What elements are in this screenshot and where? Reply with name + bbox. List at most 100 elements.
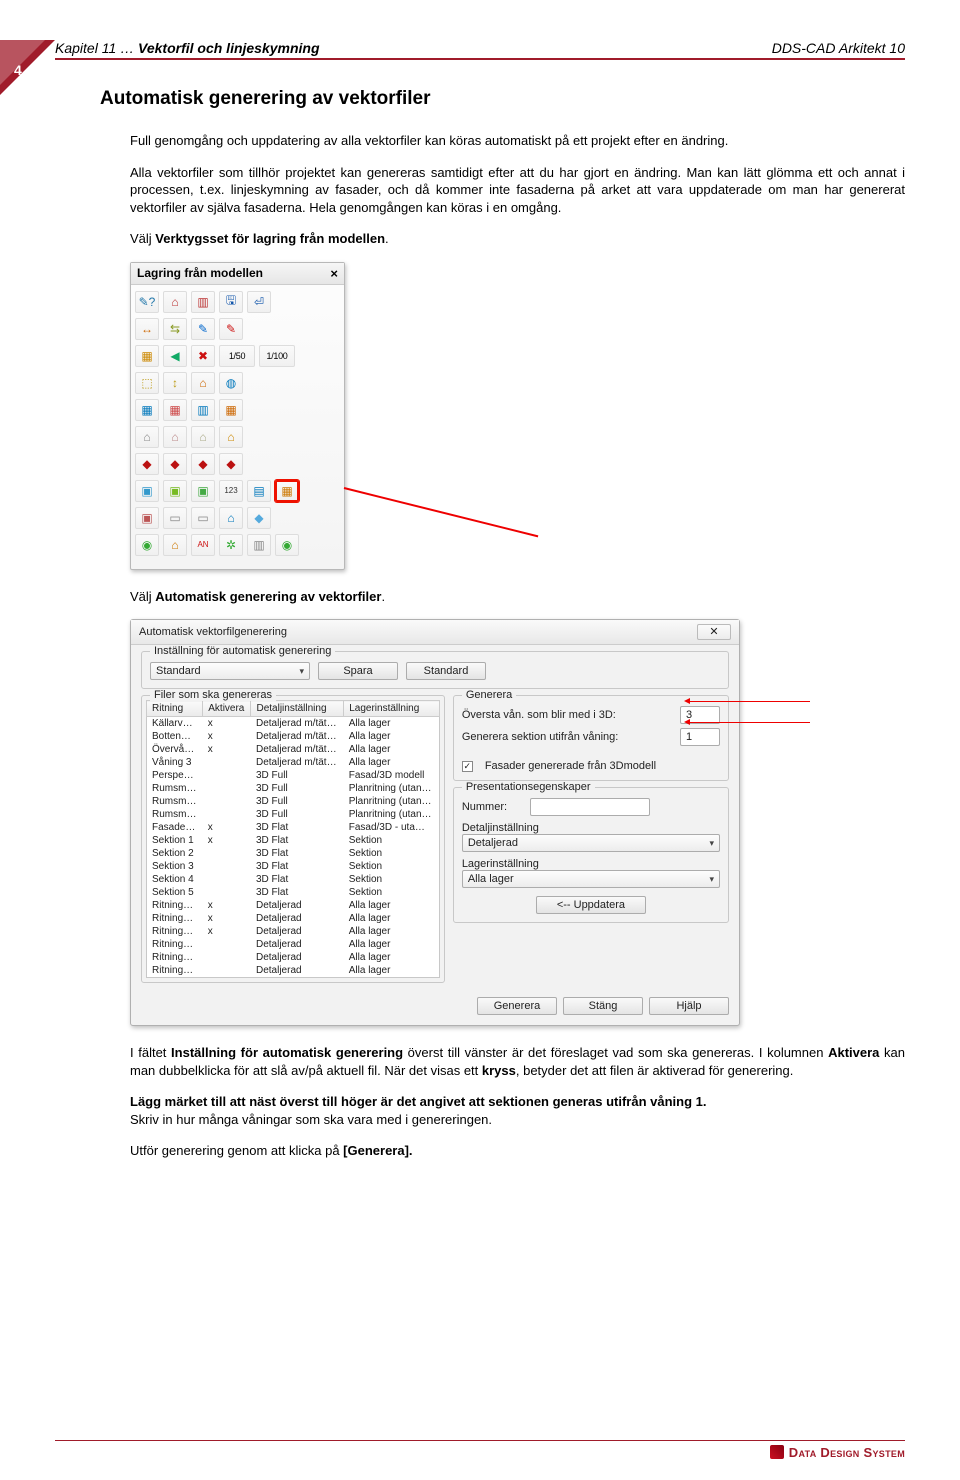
generate-button[interactable]: Generera xyxy=(477,997,557,1015)
tool-icon[interactable]: 🖫 xyxy=(219,291,243,313)
tool-icon[interactable]: ◉ xyxy=(135,534,159,556)
table-row[interactable]: Rumsm…3D FullPlanritning (utan… xyxy=(147,808,440,821)
tool-icon[interactable]: ✎ xyxy=(191,318,215,340)
toolbar-palette: Lagring från modellen × ✎? ⌂ ▥ 🖫 ⏎ ↔ ⇆ ✎… xyxy=(130,262,345,570)
table-row[interactable]: Ritning…xDetaljeradAlla lager xyxy=(147,925,440,938)
tool-icon[interactable]: ▭ xyxy=(191,507,215,529)
table-row[interactable]: Sektion 33D FlatSektion xyxy=(147,860,440,873)
table-row[interactable]: Sektion 53D FlatSektion xyxy=(147,886,440,899)
tool-icon[interactable]: ◆ xyxy=(135,453,159,475)
table-row[interactable]: Ritning…xDetaljeradAlla lager xyxy=(147,912,440,925)
tool-icon[interactable]: ↔ xyxy=(135,318,159,340)
tool-icon[interactable]: ▣ xyxy=(163,480,187,502)
section-floor-input[interactable]: 1 xyxy=(680,728,720,746)
tool-icon[interactable]: ⇆ xyxy=(163,318,187,340)
table-row[interactable]: Våning 3Detaljerad m/tät…Alla lager xyxy=(147,756,440,769)
update-button[interactable]: <-- Uppdatera xyxy=(536,896,646,914)
nummer-input[interactable] xyxy=(530,798,650,816)
scale-icon[interactable]: 1/100 xyxy=(259,345,295,367)
close-icon[interactable]: ✕ xyxy=(697,624,731,640)
tool-icon[interactable]: ⌂ xyxy=(219,426,243,448)
tool-icon[interactable]: ▣ xyxy=(191,480,215,502)
tool-icon[interactable]: ▥ xyxy=(191,291,215,313)
section-floor-label: Generera sektion utifrån våning: xyxy=(462,731,619,743)
tool-icon[interactable]: 123 xyxy=(219,480,243,502)
close-button[interactable]: Stäng xyxy=(563,997,643,1015)
tool-icon[interactable]: ✎? xyxy=(135,291,159,313)
tool-icon[interactable]: ▦ xyxy=(135,345,159,367)
tool-icon[interactable]: ✎ xyxy=(219,318,243,340)
tool-icon[interactable]: ▥ xyxy=(247,534,271,556)
palette-title: Lagring från modellen xyxy=(137,266,263,280)
tool-icon[interactable]: ◆ xyxy=(247,507,271,529)
table-row[interactable]: Sektion 23D FlatSektion xyxy=(147,847,440,860)
col-detail[interactable]: Detaljinställning xyxy=(251,701,344,717)
layer-combo[interactable]: Alla lager xyxy=(462,870,720,888)
auto-generate-vectorfiles-icon[interactable]: ▦ xyxy=(275,480,299,502)
detail-combo[interactable]: Detaljerad xyxy=(462,834,720,852)
tool-icon[interactable]: ↕ xyxy=(163,372,187,394)
tool-icon[interactable]: ▥ xyxy=(191,399,215,421)
tool-icon[interactable]: ⌂ xyxy=(219,507,243,529)
tool-icon[interactable]: ⌂ xyxy=(191,426,215,448)
table-row[interactable]: Rumsm…3D FullPlanritning (utan… xyxy=(147,795,440,808)
paragraph-7: Utför generering genom att klicka på [Ge… xyxy=(130,1142,905,1160)
table-row[interactable]: Ritning…DetaljeradAlla lager xyxy=(147,964,440,978)
tool-icon[interactable]: ▣ xyxy=(135,507,159,529)
tool-icon[interactable]: ▦ xyxy=(135,399,159,421)
scale-icon[interactable]: 1/50 xyxy=(219,345,255,367)
tool-icon[interactable]: ⌂ xyxy=(163,291,187,313)
tool-icon[interactable]: AN xyxy=(191,534,215,556)
tool-icon[interactable]: ▣ xyxy=(135,480,159,502)
tool-icon[interactable]: ◉ xyxy=(275,534,299,556)
tool-icon[interactable]: ◀ xyxy=(163,345,187,367)
tool-icon[interactable]: ✖ xyxy=(191,345,215,367)
file-table[interactable]: Ritning Aktivera Detaljinställning Lager… xyxy=(146,700,440,978)
table-row[interactable]: Ritning…xDetaljeradAlla lager xyxy=(147,899,440,912)
col-layer[interactable]: Lagerinställning xyxy=(344,701,440,717)
tool-icon[interactable]: ⌂ xyxy=(191,372,215,394)
paragraph-6: Lägg märket till att näst överst till hö… xyxy=(130,1093,905,1128)
tool-icon[interactable]: ⌂ xyxy=(163,534,187,556)
help-button[interactable]: Hjälp xyxy=(649,997,729,1015)
group-legend: Presentationsegenskaper xyxy=(462,781,595,793)
tool-icon[interactable]: ◍ xyxy=(219,372,243,394)
paragraph-4: Välj Automatisk generering av vektorfile… xyxy=(130,588,905,606)
group-presentation: Presentationsegenskaper Nummer: Detaljin… xyxy=(453,787,729,923)
callout-arrow-icon xyxy=(690,722,810,723)
table-row[interactable]: Perspe…3D FullFasad/3D modell xyxy=(147,769,440,782)
table-row[interactable]: Botten…xDetaljerad m/tät…Alla lager xyxy=(147,730,440,743)
table-row[interactable]: Rumsm…3D FullPlanritning (utan… xyxy=(147,782,440,795)
col-drawing[interactable]: Ritning xyxy=(147,701,203,717)
close-icon[interactable]: × xyxy=(330,266,338,281)
col-activate[interactable]: Aktivera xyxy=(203,701,251,717)
table-row[interactable]: Ritning…DetaljeradAlla lager xyxy=(147,951,440,964)
tool-icon[interactable]: ⌂ xyxy=(163,426,187,448)
tool-icon[interactable]: ▭ xyxy=(163,507,187,529)
standard-button[interactable]: Standard xyxy=(406,662,486,680)
tool-icon[interactable]: ⏎ xyxy=(247,291,271,313)
tool-icon[interactable]: ✲ xyxy=(219,534,243,556)
page-number: 4 xyxy=(14,62,22,78)
tool-icon[interactable]: ⌂ xyxy=(135,426,159,448)
preset-combo[interactable]: Standard xyxy=(150,662,310,680)
group-generate: Generera Översta vån. som blir med i 3D:… xyxy=(453,695,729,781)
tool-icon[interactable]: ◆ xyxy=(163,453,187,475)
tool-icon[interactable]: ▤ xyxy=(247,480,271,502)
group-legend: Filer som ska genereras xyxy=(150,689,276,701)
tool-icon[interactable]: ⬚ xyxy=(135,372,159,394)
tool-icon[interactable]: ◆ xyxy=(191,453,215,475)
group-legend: Generera xyxy=(462,689,516,701)
tool-icon[interactable]: ▦ xyxy=(219,399,243,421)
save-button[interactable]: Spara xyxy=(318,662,398,680)
fasader-checkbox[interactable]: ✓ xyxy=(462,761,473,772)
tool-icon[interactable]: ◆ xyxy=(219,453,243,475)
table-row[interactable]: Ritning…DetaljeradAlla lager xyxy=(147,938,440,951)
tool-icon[interactable]: ▦ xyxy=(163,399,187,421)
page-footer: Data Design System xyxy=(55,1440,905,1463)
table-row[interactable]: Källarv…xDetaljerad m/tät…Alla lager xyxy=(147,717,440,731)
table-row[interactable]: Fasade…x3D FlatFasad/3D - uta… xyxy=(147,821,440,834)
table-row[interactable]: Sektion 43D FlatSektion xyxy=(147,873,440,886)
table-row[interactable]: Övervå…xDetaljerad m/tät…Alla lager xyxy=(147,743,440,756)
table-row[interactable]: Sektion 1x3D FlatSektion xyxy=(147,834,440,847)
